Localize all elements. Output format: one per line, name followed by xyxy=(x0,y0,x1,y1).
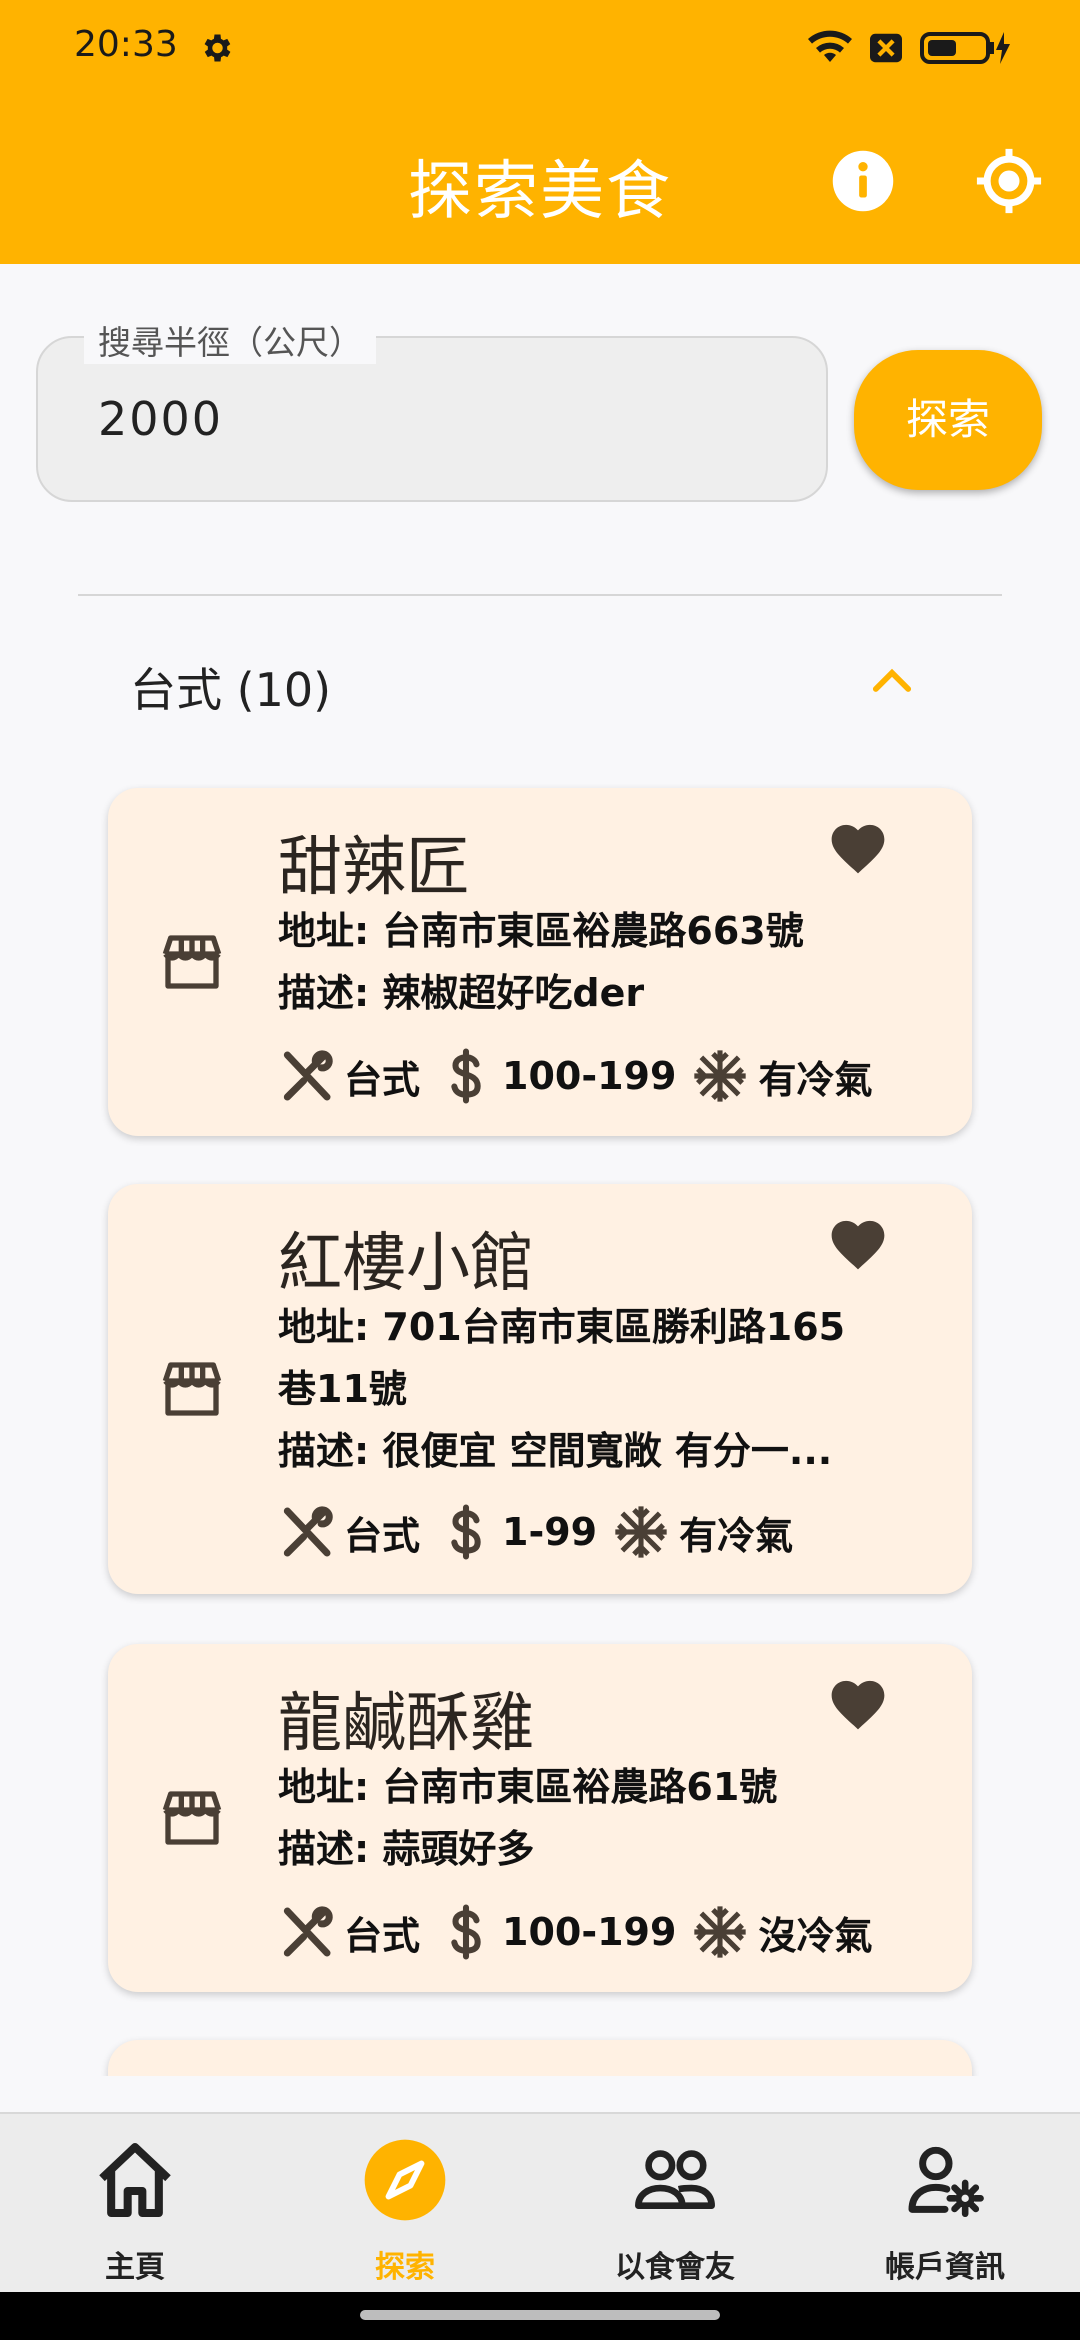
heart-icon[interactable] xyxy=(826,818,890,876)
store-icon xyxy=(162,935,222,989)
price-tag: 100-199 xyxy=(502,1910,677,1954)
restaurant-address: 地址: 台南市東區裕農路61號 xyxy=(278,1765,778,1809)
bottom-navigation: 主頁 探索 以食會友 帳戶資訊 xyxy=(0,2112,1080,2292)
restaurant-address-cont: 巷11號 xyxy=(278,1367,407,1411)
dollar-icon xyxy=(451,1048,481,1104)
price-tag: 1-99 xyxy=(502,1510,598,1554)
category-header[interactable]: 台式 (10) xyxy=(130,654,331,720)
app-bar: 20:33 探索美食 xyxy=(0,0,1080,264)
restaurant-tags: 台式 100-199 有冷氣 xyxy=(278,1046,876,1106)
restaurant-card[interactable]: 紅樓小館 地址: 701台南市東區勝利路165 巷11號 描述: 很便宜 空間寬… xyxy=(108,1184,972,1594)
compass-icon xyxy=(364,2139,446,2221)
restaurant-card[interactable] xyxy=(108,2040,972,2076)
store-icon xyxy=(162,1362,222,1416)
restaurant-card[interactable]: 甜辣匠 地址: 台南市東區裕農路663號 描述: 辣椒超好吃der 台式 100… xyxy=(108,788,972,1136)
home-icon xyxy=(99,2142,171,2218)
search-radius-label: 搜尋半徑（公尺） xyxy=(84,316,376,364)
people-icon xyxy=(635,2150,715,2209)
account-settings-icon xyxy=(908,2146,984,2218)
home-gesture-bar[interactable] xyxy=(360,2310,720,2320)
utensils-icon xyxy=(283,1050,333,1101)
status-time: 20:33 xyxy=(74,24,178,65)
utensils-icon xyxy=(283,1906,333,1957)
aircon-tag: 有冷氣 xyxy=(679,1513,794,1558)
cuisine-tag: 台式 xyxy=(344,1913,421,1958)
divider xyxy=(78,594,1002,596)
info-icon[interactable] xyxy=(830,148,896,214)
restaurant-list[interactable]: 甜辣匠 地址: 台南市東區裕農路663號 描述: 辣椒超好吃der 台式 100… xyxy=(0,780,1080,2076)
utensils-icon xyxy=(283,1506,333,1557)
nav-social-label: 以食會友 xyxy=(615,2250,735,2285)
status-bar: 20:33 xyxy=(0,0,1080,96)
nav-account[interactable]: 帳戶資訊 xyxy=(810,2114,1080,2294)
restaurant-name: 龍鹹酥雞 xyxy=(278,1687,534,1761)
aircon-tag: 沒冷氣 xyxy=(758,1913,873,1958)
restaurant-name: 紅樓小館 xyxy=(278,1227,534,1301)
restaurant-address: 地址: 701台南市東區勝利路165 xyxy=(278,1305,846,1349)
restaurant-description: 描述: 很便宜 空間寬敞 有分一... xyxy=(278,1429,833,1473)
restaurant-name: 甜辣匠 xyxy=(278,831,470,905)
explore-button[interactable]: 探索 xyxy=(854,350,1042,490)
search-radius-value[interactable]: 2000 xyxy=(98,392,223,446)
sim-blocked-icon xyxy=(870,33,902,63)
restaurant-description: 描述: 蒜頭好多 xyxy=(278,1827,535,1871)
restaurant-tags: 台式 1-99 有冷氣 xyxy=(278,1502,797,1562)
nav-explore[interactable]: 探索 xyxy=(270,2114,540,2294)
dollar-icon xyxy=(451,1904,481,1960)
heart-icon[interactable] xyxy=(826,1674,890,1732)
snowflake-icon xyxy=(694,1050,747,1102)
nav-home-label: 主頁 xyxy=(105,2250,165,2285)
my-location-icon[interactable] xyxy=(974,146,1044,216)
dollar-icon xyxy=(451,1504,481,1560)
heart-icon[interactable] xyxy=(826,1214,890,1272)
restaurant-description: 描述: 辣椒超好吃der xyxy=(278,971,645,1015)
cuisine-tag: 台式 xyxy=(344,1057,421,1102)
restaurant-tags: 台式 100-199 沒冷氣 xyxy=(278,1902,876,1962)
restaurant-address: 地址: 台南市東區裕農路663號 xyxy=(278,909,804,953)
nav-explore-label: 探索 xyxy=(375,2250,435,2285)
restaurant-card[interactable]: 龍鹹酥雞 地址: 台南市東區裕農路61號 描述: 蒜頭好多 台式 100-199… xyxy=(108,1644,972,1992)
price-tag: 100-199 xyxy=(502,1054,677,1098)
chevron-up-icon[interactable] xyxy=(870,662,914,698)
nav-home[interactable]: 主頁 xyxy=(0,2114,270,2294)
snowflake-icon xyxy=(694,1906,747,1958)
cuisine-tag: 台式 xyxy=(344,1513,421,1558)
store-icon xyxy=(162,1791,222,1845)
aircon-tag: 有冷氣 xyxy=(758,1057,873,1102)
page-title: 探索美食 xyxy=(408,155,672,229)
nav-account-label: 帳戶資訊 xyxy=(885,2250,1005,2285)
snowflake-icon xyxy=(615,1506,667,1558)
settings-gear-icon xyxy=(204,34,231,62)
wifi-icon xyxy=(808,30,852,62)
battery-charging-icon xyxy=(920,32,1010,64)
nav-social[interactable]: 以食會友 xyxy=(540,2114,810,2294)
